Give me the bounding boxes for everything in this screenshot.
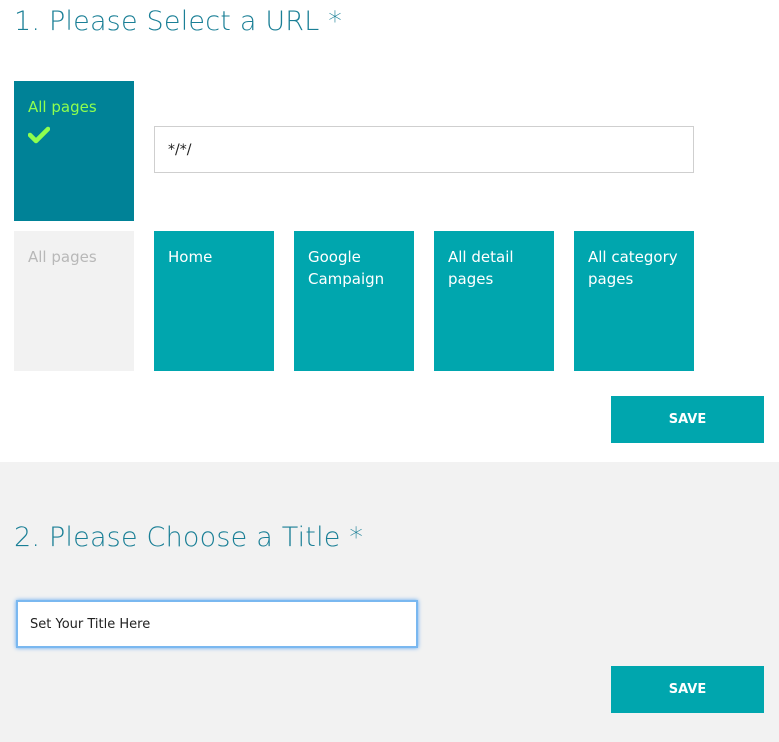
url-input[interactable] (154, 126, 694, 173)
url-tile-google-campaign[interactable]: Google Campaign (294, 231, 414, 371)
url-tile-all-pages[interactable]: All pages (14, 231, 134, 371)
url-tile-all-detail-pages[interactable]: All detail pages (434, 231, 554, 371)
selected-url-tile[interactable]: All pages (14, 81, 134, 221)
checkmark-icon (28, 126, 50, 144)
save-title-button[interactable]: SAVE (611, 666, 764, 713)
selected-url-label: All pages (28, 98, 97, 116)
title-section: 2. Please Choose a Title * SAVE (0, 462, 779, 742)
title-section-heading: 2. Please Choose a Title * (14, 522, 364, 553)
title-input[interactable] (16, 600, 418, 648)
url-section-heading: 1. Please Select a URL * (14, 6, 342, 37)
url-tile-home[interactable]: Home (154, 231, 274, 371)
url-tile-all-category-pages[interactable]: All category pages (574, 231, 694, 371)
save-url-button[interactable]: SAVE (611, 396, 764, 443)
url-section: 1. Please Select a URL * All pages All p… (0, 0, 779, 462)
